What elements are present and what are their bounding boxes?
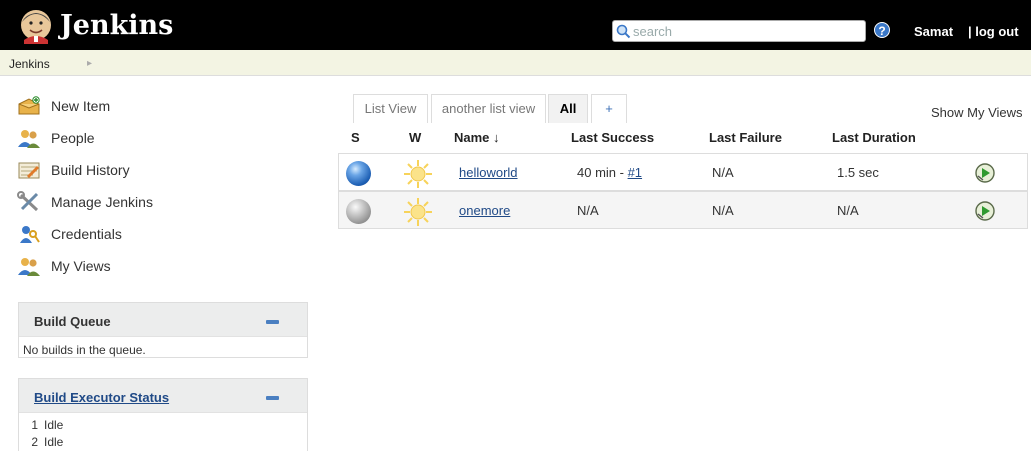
build-queue-panel: Build Queue No builds in the queue.: [18, 302, 308, 358]
build-executor-title-link[interactable]: Build Executor Status: [34, 390, 169, 405]
last-success-text: 40 min -: [577, 165, 628, 180]
manage-jenkins-icon: [17, 191, 39, 212]
table-row: helloworld 40 min - #1 N/A 1.5 sec: [338, 153, 1028, 191]
last-duration-cell: 1.5 sec: [837, 165, 879, 180]
breadcrumb-arrow-icon[interactable]: ▸: [87, 58, 92, 69]
sidebar-item-credentials[interactable]: Credentials: [17, 223, 122, 245]
top-header: Jenkins ? Samat | log out: [0, 0, 1031, 50]
executor-number: 2: [31, 434, 38, 449]
build-executor-header: Build Executor Status: [19, 379, 307, 413]
last-duration-cell: N/A: [837, 203, 859, 218]
logout-link[interactable]: | log out: [968, 24, 1019, 39]
last-success-cell: 40 min - #1: [577, 165, 642, 180]
collapse-icon[interactable]: [266, 396, 279, 400]
sunny-icon: [404, 198, 432, 226]
status-blue-ball-icon: [346, 161, 371, 186]
credentials-icon: [20, 226, 40, 243]
breadcrumb: Jenkins ▸: [0, 50, 1031, 76]
column-header-name[interactable]: Name ↓: [454, 130, 500, 145]
executor-number: 1: [31, 417, 38, 432]
column-header-status[interactable]: S: [351, 130, 360, 145]
collapse-icon[interactable]: [266, 320, 279, 324]
column-header-weather[interactable]: W: [409, 130, 421, 145]
sidebar-item-people[interactable]: People: [17, 127, 95, 149]
sidebar-item-label[interactable]: Credentials: [51, 226, 122, 242]
tab-another-list-view[interactable]: another list view: [431, 94, 546, 123]
user-link[interactable]: Samat: [914, 24, 953, 39]
sidebar-item-label[interactable]: New Item: [51, 98, 110, 114]
tab-new-view[interactable]: +: [591, 94, 627, 123]
schedule-build-icon[interactable]: [974, 162, 996, 184]
job-link-helloworld[interactable]: helloworld: [459, 165, 518, 180]
search-input[interactable]: [633, 22, 861, 40]
search-icon: [616, 24, 631, 39]
sidebar-item-label[interactable]: Manage Jenkins: [51, 194, 153, 210]
breadcrumb-item-jenkins[interactable]: Jenkins: [9, 57, 50, 71]
build-executor-panel: Build Executor Status 1 Idle 2 Idle: [18, 378, 308, 451]
job-link-onemore[interactable]: onemore: [459, 203, 510, 218]
show-my-views-link[interactable]: Show My Views: [931, 105, 1023, 120]
sidebar-item-manage-jenkins[interactable]: Manage Jenkins: [17, 191, 153, 213]
my-views-icon: [18, 258, 40, 276]
brand-title[interactable]: Jenkins: [60, 10, 173, 41]
help-icon[interactable]: ?: [874, 22, 890, 38]
column-header-last-success[interactable]: Last Success: [571, 130, 654, 145]
column-header-last-duration[interactable]: Last Duration: [832, 130, 916, 145]
new-item-icon: [18, 96, 40, 115]
executor-state: Idle: [44, 434, 64, 449]
sidebar-item-label[interactable]: Build History: [51, 162, 130, 178]
sidebar-item-label[interactable]: People: [51, 130, 95, 146]
executor-state: Idle: [44, 417, 64, 432]
build-queue-empty-text: No builds in the queue.: [23, 343, 146, 357]
jenkins-logo-icon[interactable]: [18, 8, 54, 44]
table-row: onemore N/A N/A N/A: [338, 191, 1028, 229]
build-number-link[interactable]: #1: [628, 165, 642, 180]
schedule-build-icon[interactable]: [974, 200, 996, 222]
build-queue-header: Build Queue: [19, 303, 307, 337]
sidebar-item-build-history[interactable]: Build History: [17, 159, 130, 181]
sidebar-item-my-views[interactable]: My Views: [17, 255, 111, 277]
column-header-last-failure[interactable]: Last Failure: [709, 130, 782, 145]
executor-row: 1 Idle: [19, 416, 307, 433]
sidebar-item-new-item[interactable]: New Item: [17, 95, 110, 117]
build-queue-title: Build Queue: [34, 314, 111, 329]
search-box[interactable]: [612, 20, 866, 42]
sidebar-item-label[interactable]: My Views: [51, 258, 111, 274]
last-failure-cell: N/A: [712, 203, 734, 218]
people-icon: [18, 130, 40, 148]
sunny-icon: [404, 160, 432, 188]
status-grey-ball-icon: [346, 199, 371, 224]
tab-list-view[interactable]: List View: [353, 94, 428, 123]
tab-all[interactable]: All: [548, 94, 588, 123]
last-failure-cell: N/A: [712, 165, 734, 180]
build-history-icon: [18, 162, 40, 179]
last-success-cell: N/A: [577, 203, 599, 218]
executor-row: 2 Idle: [19, 433, 307, 450]
